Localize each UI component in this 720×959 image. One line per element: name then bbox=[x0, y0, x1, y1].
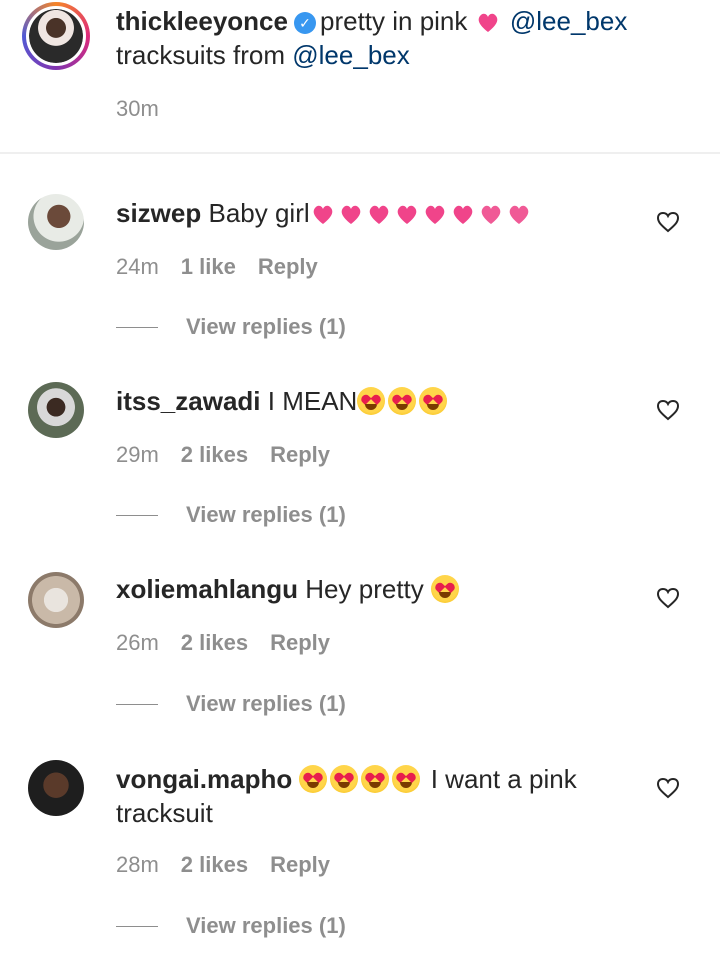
comment-username[interactable]: xoliemahlangu bbox=[116, 574, 298, 604]
heart-outline-icon[interactable] bbox=[656, 776, 680, 800]
caption-text: thickleeyonce ✓ pretty in pink @lee_bex tr… bbox=[116, 4, 696, 72]
view-replies-label: View replies (1) bbox=[186, 913, 346, 938]
heart-eyes-emoji-icon bbox=[419, 387, 448, 415]
comment-text: itss_zawadi I MEAN bbox=[116, 384, 636, 418]
comment-text: xoliemahlangu Hey pretty bbox=[116, 572, 636, 606]
comment-username[interactable]: vongai.mapho bbox=[116, 764, 292, 794]
comment-body: I MEAN bbox=[267, 386, 358, 416]
comment-username[interactable]: sizwep bbox=[116, 198, 201, 228]
caption-username[interactable]: thickleeyonce bbox=[116, 6, 288, 36]
comment-body: Baby girl bbox=[208, 198, 310, 228]
comment-timestamp: 29m bbox=[116, 442, 159, 467]
caption-mention-1[interactable]: @lee_bex bbox=[510, 6, 627, 36]
heart-eyes-emoji-icon bbox=[431, 575, 460, 603]
comment-timestamp: 28m bbox=[116, 852, 159, 877]
reply-button[interactable]: Reply bbox=[258, 254, 318, 280]
view-replies-button[interactable]: View replies (1) bbox=[116, 913, 346, 939]
view-replies-label: View replies (1) bbox=[186, 691, 346, 716]
comment-meta: 28m 2 likes Reply bbox=[116, 852, 330, 878]
comment-likes[interactable]: 2 likes bbox=[181, 630, 248, 656]
comment-meta: 26m 2 likes Reply bbox=[116, 630, 330, 656]
post-caption: thickleeyonce ✓ pretty in pink @lee_bex tr… bbox=[0, 0, 720, 154]
comment-likes[interactable]: 1 like bbox=[181, 254, 236, 280]
avatar[interactable] bbox=[28, 194, 84, 250]
caption-avatar[interactable] bbox=[22, 2, 90, 70]
view-replies-button[interactable]: View replies (1) bbox=[116, 691, 346, 717]
heart-eyes-emoji-icon bbox=[330, 765, 359, 793]
comment-text: vongai.mapho I want a pink tracksuit bbox=[116, 762, 636, 830]
comment-meta: 24m 1 like Reply bbox=[116, 254, 318, 280]
comment-timestamp: 24m bbox=[116, 254, 159, 279]
heart-eyes-emoji-icon bbox=[388, 387, 417, 415]
heart-eyes-emoji-icon bbox=[357, 387, 386, 415]
reply-button[interactable]: Reply bbox=[270, 442, 330, 468]
verified-badge-icon: ✓ bbox=[293, 12, 316, 34]
view-replies-label: View replies (1) bbox=[186, 314, 346, 339]
comment-text: sizwep Baby girl bbox=[116, 196, 636, 230]
heart-outline-icon[interactable] bbox=[656, 210, 680, 234]
pink-hearts-emoji-icon bbox=[310, 202, 336, 226]
view-replies-button[interactable]: View replies (1) bbox=[116, 502, 346, 528]
heart-eyes-emoji-icon bbox=[299, 765, 328, 793]
heart-eyes-emoji-icon bbox=[361, 765, 390, 793]
divider bbox=[0, 152, 720, 154]
divider bbox=[116, 925, 158, 927]
caption-text-part2: tracksuits from bbox=[116, 40, 286, 70]
avatar[interactable] bbox=[28, 760, 84, 816]
divider bbox=[116, 326, 158, 328]
caption-timestamp: 30m bbox=[116, 96, 159, 121]
caption-text-part1: pretty in pink bbox=[319, 6, 468, 36]
comment-username[interactable]: itss_zawadi bbox=[116, 386, 261, 416]
view-replies-button[interactable]: View replies (1) bbox=[116, 314, 346, 340]
heart-outline-icon[interactable] bbox=[656, 586, 680, 610]
caption-mention-2[interactable]: @lee_bex bbox=[292, 40, 409, 70]
comment-timestamp: 26m bbox=[116, 630, 159, 655]
comment-likes[interactable]: 2 likes bbox=[181, 442, 248, 468]
view-replies-label: View replies (1) bbox=[186, 502, 346, 527]
reply-button[interactable]: Reply bbox=[270, 630, 330, 656]
divider bbox=[116, 703, 158, 705]
reply-button[interactable]: Reply bbox=[270, 852, 330, 878]
comment-meta: 29m 2 likes Reply bbox=[116, 442, 330, 468]
avatar[interactable] bbox=[28, 572, 84, 628]
divider bbox=[116, 514, 158, 516]
heart-outline-icon[interactable] bbox=[656, 398, 680, 422]
heart-eyes-emoji-icon bbox=[392, 765, 421, 793]
pink-heart-emoji-icon bbox=[475, 10, 501, 34]
comment-likes[interactable]: 2 likes bbox=[181, 852, 248, 878]
avatar[interactable] bbox=[28, 382, 84, 438]
comment-body: Hey pretty bbox=[305, 574, 424, 604]
